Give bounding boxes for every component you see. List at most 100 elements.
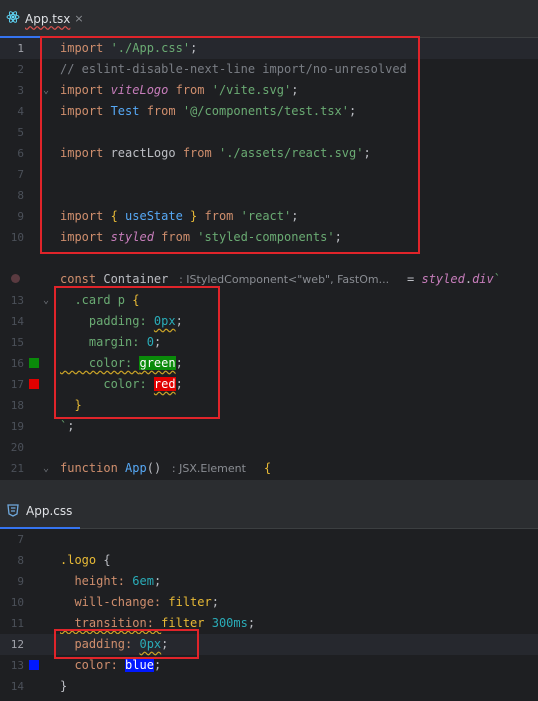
color-swatch-icon[interactable]: [29, 660, 39, 670]
code-token: filter: [168, 595, 212, 609]
code-text: // eslint-disable-next-line import/no-un…: [60, 59, 407, 80]
code-text: color: blue;: [60, 655, 161, 676]
code-line[interactable]: 19 `;: [0, 416, 538, 437]
code-token: 0px: [153, 314, 176, 328]
code-token: import: [60, 104, 111, 118]
line-number: 11: [10, 617, 24, 630]
code-token: App: [125, 461, 147, 475]
line-number: 8: [17, 189, 24, 202]
code-token: import: [60, 83, 111, 97]
code-token: import: [60, 209, 111, 223]
code-token: 6em: [132, 574, 154, 588]
line-number: 17: [10, 378, 24, 391]
code-text: padding: 0px;: [60, 311, 183, 332]
react-icon: [6, 10, 20, 27]
code-text: color: red;: [60, 374, 183, 395]
line-number: 10: [10, 231, 24, 244]
code-token: ;: [67, 419, 75, 433]
close-icon[interactable]: ×: [74, 12, 83, 25]
code-line[interactable]: 20: [0, 437, 538, 458]
code-line[interactable]: 9 import { useState } from 'react';: [0, 206, 538, 227]
code-line[interactable]: 7: [0, 164, 538, 185]
code-line[interactable]: 6 import reactLogo from './assets/react.s…: [0, 143, 538, 164]
code-token: import: [60, 230, 111, 244]
code-token: function: [60, 461, 126, 475]
code-token: : JSX.Element: [168, 462, 250, 475]
code-line[interactable]: 16 color: green;: [0, 353, 538, 374]
code-line[interactable]: [0, 248, 538, 269]
code-text: import reactLogo from './assets/react.sv…: [60, 143, 371, 164]
code-line[interactable]: 10 import styled from 'styled-components'…: [0, 227, 538, 248]
code-token: red: [153, 377, 176, 391]
code-line[interactable]: 8 .logo {: [0, 550, 538, 571]
code-token: will-change:: [60, 595, 169, 609]
code-token: from: [197, 209, 241, 223]
code-token: // eslint-disable-next-line import/no-un…: [60, 62, 407, 76]
code-token: margin:: [60, 335, 147, 349]
line-number: 7: [17, 533, 24, 546]
code-line[interactable]: 7: [0, 529, 538, 550]
code-line[interactable]: 13 color: blue;: [0, 655, 538, 676]
code-line[interactable]: 4 import Test from '@/components/test.tsx…: [0, 101, 538, 122]
line-number: 15: [10, 336, 24, 349]
fold-icon[interactable]: ⌄: [43, 458, 49, 479]
breakpoint-icon[interactable]: [11, 274, 20, 283]
code-line[interactable]: 15 margin: 0;: [0, 332, 538, 353]
line-number: 13: [10, 294, 24, 307]
color-swatch-icon[interactable]: [29, 379, 39, 389]
code-text: .logo {: [60, 550, 111, 571]
code-line[interactable]: 14}: [0, 676, 538, 697]
code-text: import viteLogo from '/vite.svg';: [60, 80, 298, 101]
code-token: useState: [125, 209, 183, 223]
code-token: ;: [363, 146, 371, 160]
code-token: div: [472, 272, 494, 286]
color-swatch-icon[interactable]: [29, 358, 39, 368]
code-line[interactable]: 9 height: 6em;: [0, 571, 538, 592]
code-token: './assets/react.svg': [218, 146, 364, 160]
code-token: ;: [153, 658, 162, 672]
code-line[interactable]: 1 import './App.css';: [0, 38, 538, 59]
code-token: 'react': [240, 209, 292, 223]
code-line[interactable]: 2 // eslint-disable-next-line import/no-u…: [0, 59, 538, 80]
code-token: from: [139, 104, 183, 118]
code-line[interactable]: 3 ⌄ import viteLogo from '/vite.svg';: [0, 80, 538, 101]
line-number: 14: [10, 315, 24, 328]
code-text: import { useState } from 'react';: [60, 206, 298, 227]
code-text: .card p {: [60, 290, 139, 311]
code-text: padding: 0px;: [60, 634, 168, 655]
code-token: green: [139, 356, 176, 370]
code-token: './App.css': [110, 41, 191, 55]
code-line[interactable]: 8: [0, 185, 538, 206]
code-line[interactable]: 17 color: red;: [0, 374, 538, 395]
code-line[interactable]: 10 will-change: filter;: [0, 592, 538, 613]
code-text: will-change: filter;: [60, 592, 219, 613]
line-number: 5: [17, 126, 24, 139]
code-line[interactable]: 13 ⌄ .card p {: [0, 290, 538, 311]
code-line[interactable]: 11 transition: filter 300ms;: [0, 613, 538, 634]
code-text: import Test from '@/components/test.tsx'…: [60, 101, 356, 122]
code-token: : IStyledComponent<"web", FastOm...: [175, 273, 393, 286]
code-line[interactable]: 14 padding: 0px;: [0, 311, 538, 332]
fold-icon[interactable]: ⌄: [43, 80, 49, 101]
code-line[interactable]: const Container : IStyledComponent<"web"…: [0, 269, 538, 290]
tab-app-tsx[interactable]: App.tsx ×: [0, 0, 92, 38]
code-line[interactable]: 21 ⌄ function App() : JSX.Element {: [0, 458, 538, 479]
editor-app-tsx[interactable]: 1 import './App.css'; 2 // eslint-disable-n…: [0, 38, 538, 480]
split-divider[interactable]: [0, 480, 538, 494]
code-token: styled: [110, 230, 154, 244]
code-token: ;: [291, 83, 299, 97]
code-token: from: [153, 230, 198, 244]
code-token: ;: [161, 637, 169, 651]
code-text: color: green;: [60, 353, 183, 374]
code-token: =: [392, 272, 422, 286]
fold-icon[interactable]: ⌄: [43, 290, 49, 311]
code-token: transition:: [60, 616, 162, 630]
tab-app-css[interactable]: App.css: [0, 494, 81, 529]
editor-app-css[interactable]: 7 8 .logo {9 height: 6em; 10 will-change: f…: [0, 529, 538, 701]
code-line[interactable]: 12 padding: 0px;: [0, 634, 538, 655]
code-line[interactable]: 18 }: [0, 395, 538, 416]
code-line[interactable]: 5: [0, 122, 538, 143]
code-text: }: [60, 395, 81, 416]
code-text: const Container : IStyledComponent<"web"…: [60, 269, 501, 290]
code-token: 300ms: [211, 616, 248, 630]
